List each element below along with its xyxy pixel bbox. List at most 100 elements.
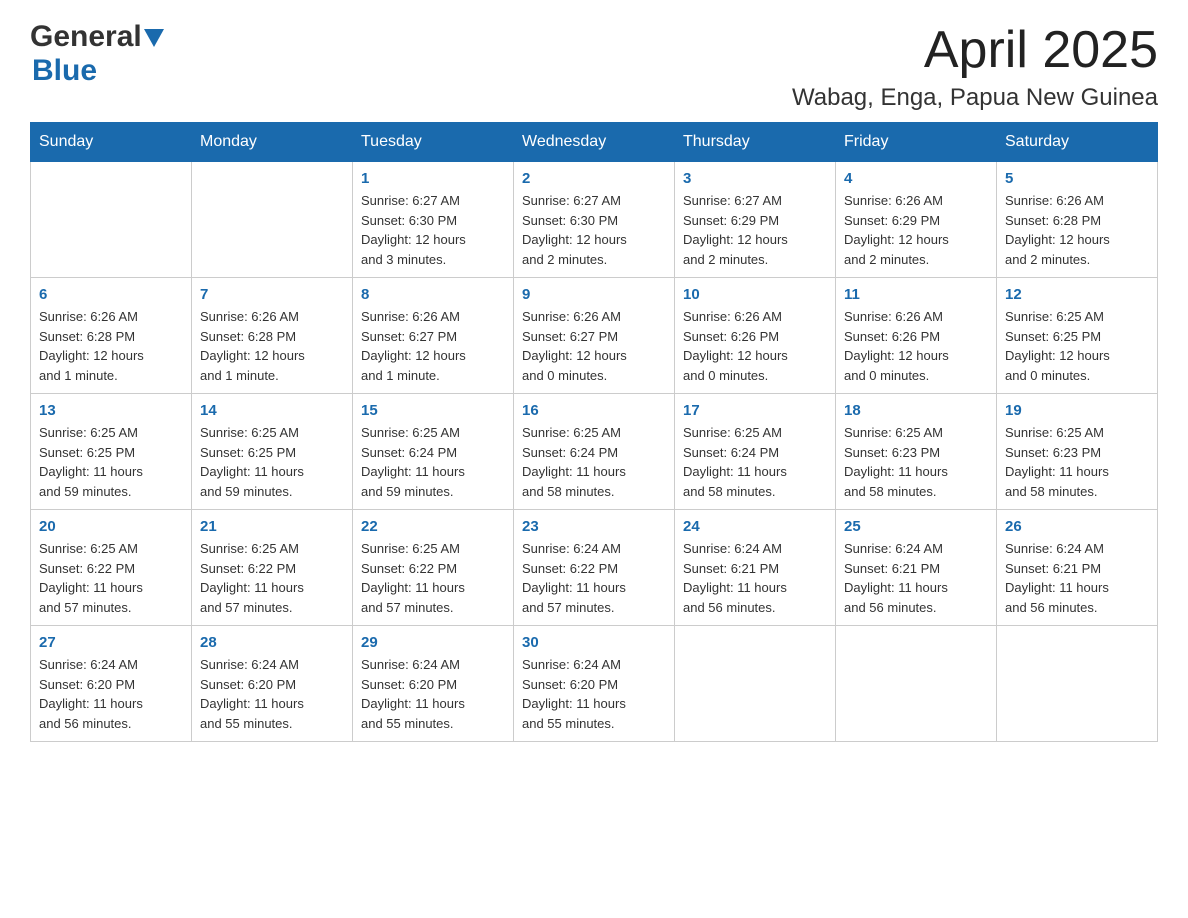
col-thursday: Thursday xyxy=(675,123,836,162)
day-info: Sunrise: 6:27 AMSunset: 6:30 PMDaylight:… xyxy=(522,191,666,269)
day-info: Sunrise: 6:24 AMSunset: 6:20 PMDaylight:… xyxy=(361,655,505,733)
day-info: Sunrise: 6:25 AMSunset: 6:24 PMDaylight:… xyxy=(361,423,505,501)
day-info: Sunrise: 6:25 AMSunset: 6:22 PMDaylight:… xyxy=(361,539,505,617)
page-header: General Blue April 2025 Wabag, Enga, Pap… xyxy=(30,20,1158,112)
day-info: Sunrise: 6:27 AMSunset: 6:29 PMDaylight:… xyxy=(683,191,827,269)
day-number: 6 xyxy=(39,286,183,303)
day-info: Sunrise: 6:26 AMSunset: 6:26 PMDaylight:… xyxy=(683,307,827,385)
calendar-cell: 22 Sunrise: 6:25 AMSunset: 6:22 PMDayligh… xyxy=(353,510,514,626)
day-info: Sunrise: 6:25 AMSunset: 6:25 PMDaylight:… xyxy=(200,423,344,501)
col-wednesday: Wednesday xyxy=(514,123,675,162)
day-info: Sunrise: 6:26 AMSunset: 6:27 PMDaylight:… xyxy=(522,307,666,385)
day-number: 30 xyxy=(522,634,666,651)
day-number: 20 xyxy=(39,518,183,535)
day-number: 26 xyxy=(1005,518,1149,535)
day-number: 27 xyxy=(39,634,183,651)
day-info: Sunrise: 6:26 AMSunset: 6:29 PMDaylight:… xyxy=(844,191,988,269)
day-number: 19 xyxy=(1005,402,1149,419)
day-info: Sunrise: 6:24 AMSunset: 6:22 PMDaylight:… xyxy=(522,539,666,617)
calendar-cell xyxy=(997,626,1158,742)
calendar-cell: 29 Sunrise: 6:24 AMSunset: 6:20 PMDayligh… xyxy=(353,626,514,742)
calendar-cell: 8Sunrise: 6:26 AMSunset: 6:27 PMDaylight… xyxy=(353,278,514,394)
calendar-week-row: 27 Sunrise: 6:24 AMSunset: 6:20 PMDayligh… xyxy=(31,626,1158,742)
day-info: Sunrise: 6:26 AMSunset: 6:28 PMDaylight:… xyxy=(1005,191,1149,269)
calendar-cell xyxy=(192,162,353,278)
day-info: Sunrise: 6:25 AMSunset: 6:23 PMDaylight:… xyxy=(844,423,988,501)
calendar-cell xyxy=(31,162,192,278)
calendar-cell: 13 Sunrise: 6:25 AMSunset: 6:25 PMDayligh… xyxy=(31,394,192,510)
day-info: Sunrise: 6:27 AMSunset: 6:30 PMDaylight:… xyxy=(361,191,505,269)
calendar-cell: 27 Sunrise: 6:24 AMSunset: 6:20 PMDayligh… xyxy=(31,626,192,742)
day-number: 16 xyxy=(522,402,666,419)
calendar-cell: 4Sunrise: 6:26 AMSunset: 6:29 PMDaylight… xyxy=(836,162,997,278)
day-number: 24 xyxy=(683,518,827,535)
day-info: Sunrise: 6:25 AMSunset: 6:23 PMDaylight:… xyxy=(1005,423,1149,501)
calendar-cell: 23Sunrise: 6:24 AMSunset: 6:22 PMDayligh… xyxy=(514,510,675,626)
logo-blue-text: Blue xyxy=(32,54,97,87)
calendar-cell: 1 Sunrise: 6:27 AMSunset: 6:30 PMDaylight… xyxy=(353,162,514,278)
day-info: Sunrise: 6:24 AMSunset: 6:21 PMDaylight:… xyxy=(844,539,988,617)
calendar-cell: 10 Sunrise: 6:26 AMSunset: 6:26 PMDayligh… xyxy=(675,278,836,394)
day-number: 2 xyxy=(522,170,666,187)
day-info: Sunrise: 6:26 AMSunset: 6:28 PMDaylight:… xyxy=(200,307,344,385)
day-number: 10 xyxy=(683,286,827,303)
calendar-body: 1 Sunrise: 6:27 AMSunset: 6:30 PMDaylight… xyxy=(31,162,1158,742)
day-info: Sunrise: 6:25 AMSunset: 6:25 PMDaylight:… xyxy=(39,423,183,501)
day-number: 1 xyxy=(361,170,505,187)
day-number: 8 xyxy=(361,286,505,303)
day-number: 29 xyxy=(361,634,505,651)
day-number: 12 xyxy=(1005,286,1149,303)
day-info: Sunrise: 6:25 AMSunset: 6:25 PMDaylight:… xyxy=(1005,307,1149,385)
day-number: 25 xyxy=(844,518,988,535)
calendar-cell: 28 Sunrise: 6:24 AMSunset: 6:20 PMDayligh… xyxy=(192,626,353,742)
calendar-header-row: Sunday Monday Tuesday Wednesday Thursday… xyxy=(31,123,1158,162)
day-info: Sunrise: 6:25 AMSunset: 6:22 PMDaylight:… xyxy=(39,539,183,617)
calendar-week-row: 20 Sunrise: 6:25 AMSunset: 6:22 PMDayligh… xyxy=(31,510,1158,626)
calendar-week-row: 1 Sunrise: 6:27 AMSunset: 6:30 PMDaylight… xyxy=(31,162,1158,278)
calendar-cell: 15 Sunrise: 6:25 AMSunset: 6:24 PMDayligh… xyxy=(353,394,514,510)
title-section: April 2025 Wabag, Enga, Papua New Guinea xyxy=(792,20,1158,112)
calendar-cell: 5 Sunrise: 6:26 AMSunset: 6:28 PMDaylight… xyxy=(997,162,1158,278)
calendar-cell: 7Sunrise: 6:26 AMSunset: 6:28 PMDaylight… xyxy=(192,278,353,394)
day-number: 3 xyxy=(683,170,827,187)
col-friday: Friday xyxy=(836,123,997,162)
day-number: 17 xyxy=(683,402,827,419)
subtitle: Wabag, Enga, Papua New Guinea xyxy=(792,84,1158,112)
calendar-cell: 18 Sunrise: 6:25 AMSunset: 6:23 PMDayligh… xyxy=(836,394,997,510)
day-number: 11 xyxy=(844,286,988,303)
day-number: 22 xyxy=(361,518,505,535)
calendar-cell xyxy=(836,626,997,742)
calendar-cell: 12 Sunrise: 6:25 AMSunset: 6:25 PMDayligh… xyxy=(997,278,1158,394)
calendar-week-row: 13 Sunrise: 6:25 AMSunset: 6:25 PMDayligh… xyxy=(31,394,1158,510)
calendar-cell: 16 Sunrise: 6:25 AMSunset: 6:24 PMDayligh… xyxy=(514,394,675,510)
calendar-cell xyxy=(675,626,836,742)
calendar-week-row: 6 Sunrise: 6:26 AMSunset: 6:28 PMDaylight… xyxy=(31,278,1158,394)
day-number: 13 xyxy=(39,402,183,419)
day-info: Sunrise: 6:25 AMSunset: 6:24 PMDaylight:… xyxy=(683,423,827,501)
calendar-cell: 26Sunrise: 6:24 AMSunset: 6:21 PMDayligh… xyxy=(997,510,1158,626)
col-sunday: Sunday xyxy=(31,123,192,162)
day-number: 18 xyxy=(844,402,988,419)
day-number: 28 xyxy=(200,634,344,651)
calendar-cell: 17 Sunrise: 6:25 AMSunset: 6:24 PMDayligh… xyxy=(675,394,836,510)
logo-triangle-icon xyxy=(144,25,166,49)
day-number: 5 xyxy=(1005,170,1149,187)
day-info: Sunrise: 6:25 AMSunset: 6:24 PMDaylight:… xyxy=(522,423,666,501)
calendar-table: Sunday Monday Tuesday Wednesday Thursday… xyxy=(30,122,1158,742)
calendar-cell: 2 Sunrise: 6:27 AMSunset: 6:30 PMDaylight… xyxy=(514,162,675,278)
calendar-cell: 11Sunrise: 6:26 AMSunset: 6:26 PMDayligh… xyxy=(836,278,997,394)
day-number: 14 xyxy=(200,402,344,419)
calendar-cell: 9 Sunrise: 6:26 AMSunset: 6:27 PMDaylight… xyxy=(514,278,675,394)
day-number: 9 xyxy=(522,286,666,303)
logo-general-text: General xyxy=(30,20,142,54)
calendar-cell: 21Sunrise: 6:25 AMSunset: 6:22 PMDayligh… xyxy=(192,510,353,626)
day-number: 15 xyxy=(361,402,505,419)
calendar-cell: 24Sunrise: 6:24 AMSunset: 6:21 PMDayligh… xyxy=(675,510,836,626)
calendar-cell: 14 Sunrise: 6:25 AMSunset: 6:25 PMDayligh… xyxy=(192,394,353,510)
col-monday: Monday xyxy=(192,123,353,162)
main-title: April 2025 xyxy=(792,20,1158,80)
day-number: 21 xyxy=(200,518,344,535)
calendar-cell: 6Sunrise: 6:26 AMSunset: 6:28 PMDaylight… xyxy=(31,278,192,394)
day-info: Sunrise: 6:24 AMSunset: 6:20 PMDaylight:… xyxy=(200,655,344,733)
day-info: Sunrise: 6:24 AMSunset: 6:20 PMDaylight:… xyxy=(39,655,183,733)
